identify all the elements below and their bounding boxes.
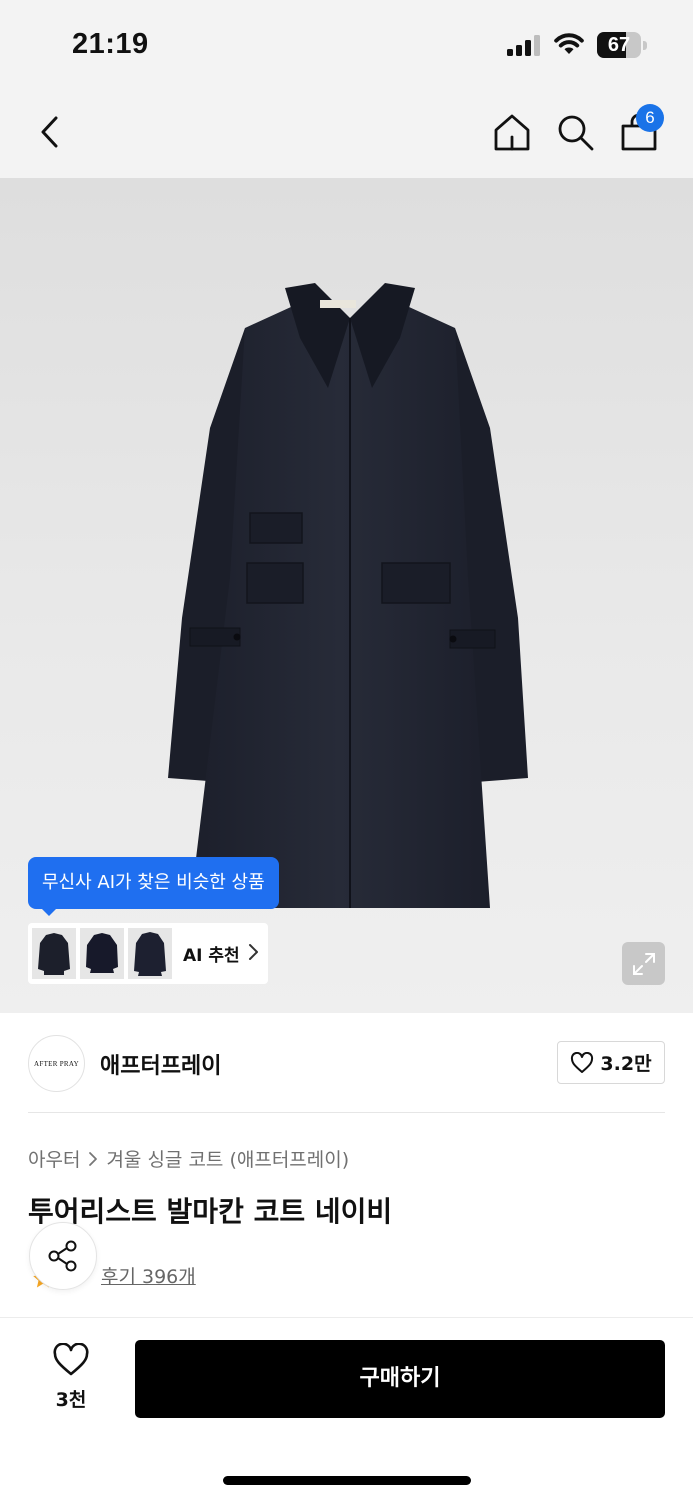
ai-thumbnail[interactable] (32, 928, 76, 979)
expand-icon (632, 952, 655, 975)
heart-outline-icon (53, 1343, 89, 1376)
share-icon (48, 1240, 77, 1272)
share-button[interactable] (29, 1222, 97, 1290)
brand-logo[interactable]: AFTER PRAY (28, 1035, 85, 1092)
wishlist-button[interactable]: 3천 (40, 1343, 102, 1413)
bottom-bar-divider (0, 1317, 693, 1318)
coat-thumbnail-image (86, 932, 118, 973)
section-divider (28, 1112, 665, 1113)
battery-level: 67 (607, 34, 631, 56)
brand-like-count: 3.2만 (600, 1053, 652, 1075)
coat-thumbnail-image (134, 931, 166, 976)
status-bar: 21:19 67 (0, 0, 693, 88)
ai-similar-tooltip[interactable]: 무신사 AI가 찾은 비슷한 상품 (28, 857, 279, 909)
review-link[interactable]: 후기 396개 (101, 1262, 196, 1289)
back-button[interactable] (26, 108, 74, 156)
signal-icon (507, 34, 543, 60)
home-icon (494, 114, 530, 151)
product-title: 투어리스트 발마칸 코트 네이비 (28, 1195, 393, 1228)
buy-button[interactable]: 구매하기 (135, 1340, 665, 1418)
search-button[interactable] (551, 108, 599, 156)
battery-icon: 67 (597, 32, 647, 58)
cart-badge: 6 (636, 104, 664, 132)
brand-name[interactable]: 애프터프레이 (100, 1048, 221, 1080)
wifi-icon (553, 32, 585, 60)
ai-thumbnail[interactable] (80, 928, 124, 979)
coat-image (168, 283, 528, 908)
product-image[interactable]: 무신사 AI가 찾은 비슷한 상품 AI 추천 (0, 178, 693, 1013)
search-icon (558, 115, 594, 151)
chevron-right-icon (249, 944, 258, 960)
brand-like-button[interactable]: 3.2만 (557, 1041, 665, 1084)
expand-image-button[interactable] (622, 942, 665, 985)
status-time: 21:19 (72, 28, 149, 60)
ai-thumbnail[interactable] (128, 928, 172, 979)
ai-recommend-label: AI 추천 (183, 946, 240, 966)
home-indicator (223, 1476, 471, 1485)
breadcrumb: 아우터 겨울 싱글 코트 (애프터프레이) (28, 1145, 349, 1172)
nav-bar (0, 88, 693, 178)
chevron-right-icon (89, 1151, 98, 1166)
back-icon (41, 116, 58, 148)
heart-icon (571, 1051, 594, 1073)
wishlist-count: 3천 (55, 1389, 87, 1411)
tooltip-tail (40, 907, 58, 916)
breadcrumb-category[interactable]: 아우터 (28, 1145, 80, 1172)
coat-thumbnail-image (38, 932, 70, 975)
brand-logo-text: AFTER PRAY (34, 1059, 79, 1068)
breadcrumb-subcategory[interactable]: 겨울 싱글 코트 (애프터프레이) (106, 1145, 349, 1172)
home-button[interactable] (488, 108, 536, 156)
ai-recommend-strip[interactable]: AI 추천 (28, 923, 268, 984)
